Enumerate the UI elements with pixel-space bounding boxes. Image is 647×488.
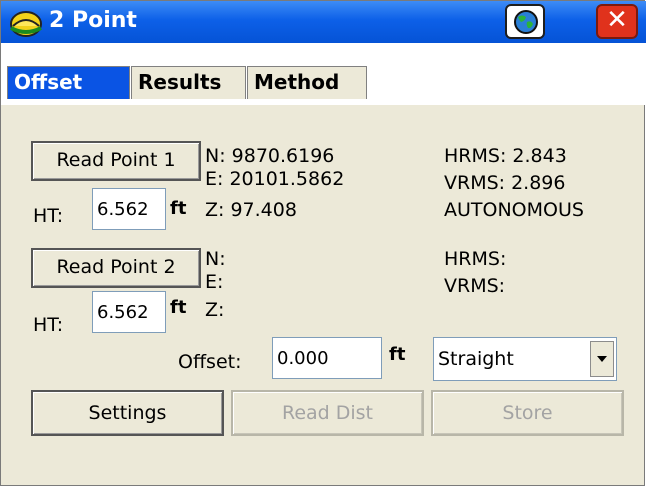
point2-ht-unit: ft — [170, 297, 187, 318]
point2-vrms-label: VRMS: — [444, 275, 506, 297]
tab-results[interactable]: Results — [131, 66, 246, 99]
tab-offset[interactable]: Offset — [7, 66, 130, 99]
offset-input[interactable]: 0.000 — [272, 337, 382, 379]
globe-icon — [514, 10, 538, 34]
point2-ht-input[interactable]: 6.562 — [92, 291, 166, 333]
hardhat-icon — [9, 6, 43, 38]
close-button[interactable]: ✕ — [596, 4, 638, 39]
tab-method[interactable]: Method — [247, 66, 367, 99]
title-bar: 2 Point ✕ — [1, 1, 646, 43]
window-title: 2 Point — [49, 8, 137, 33]
point2-e-label: E: — [205, 271, 224, 293]
point1-ht-label: HT: — [33, 205, 64, 227]
offset-label: Offset: — [178, 351, 242, 373]
tab-strip: Offset Results Method — [1, 43, 646, 105]
point1-status-label: AUTONOMOUS — [444, 199, 584, 221]
point1-ht-unit: ft — [170, 198, 187, 219]
close-icon: ✕ — [606, 5, 628, 35]
offset-unit: ft — [389, 344, 406, 365]
read-dist-button[interactable]: Read Dist — [231, 390, 424, 436]
point2-hrms-label: HRMS: — [444, 248, 507, 270]
chevron-down-icon[interactable] — [590, 341, 614, 377]
point2-ht-label: HT: — [33, 314, 64, 336]
point1-e-label: E: 20101.5862 — [205, 168, 345, 190]
globe-button[interactable] — [505, 4, 545, 39]
offset-direction-select[interactable]: Straight — [433, 337, 617, 381]
point1-n-label: N: 9870.6196 — [205, 145, 335, 167]
point2-z-label: Z: — [205, 299, 225, 321]
app-window: 2 Point ✕ Offset Results Method Read Poi… — [0, 0, 646, 486]
store-button[interactable]: Store — [431, 390, 624, 436]
point1-hrms-label: HRMS: 2.843 — [444, 145, 567, 167]
read-point-2-button[interactable]: Read Point 2 — [31, 248, 201, 288]
read-point-1-button[interactable]: Read Point 1 — [31, 141, 201, 181]
point2-n-label: N: — [205, 248, 226, 270]
point1-vrms-label: VRMS: 2.896 — [444, 172, 566, 194]
offset-direction-value: Straight — [438, 348, 514, 370]
settings-button[interactable]: Settings — [31, 390, 224, 436]
point1-z-label: Z: 97.408 — [205, 199, 297, 221]
point1-ht-input[interactable]: 6.562 — [92, 188, 166, 230]
